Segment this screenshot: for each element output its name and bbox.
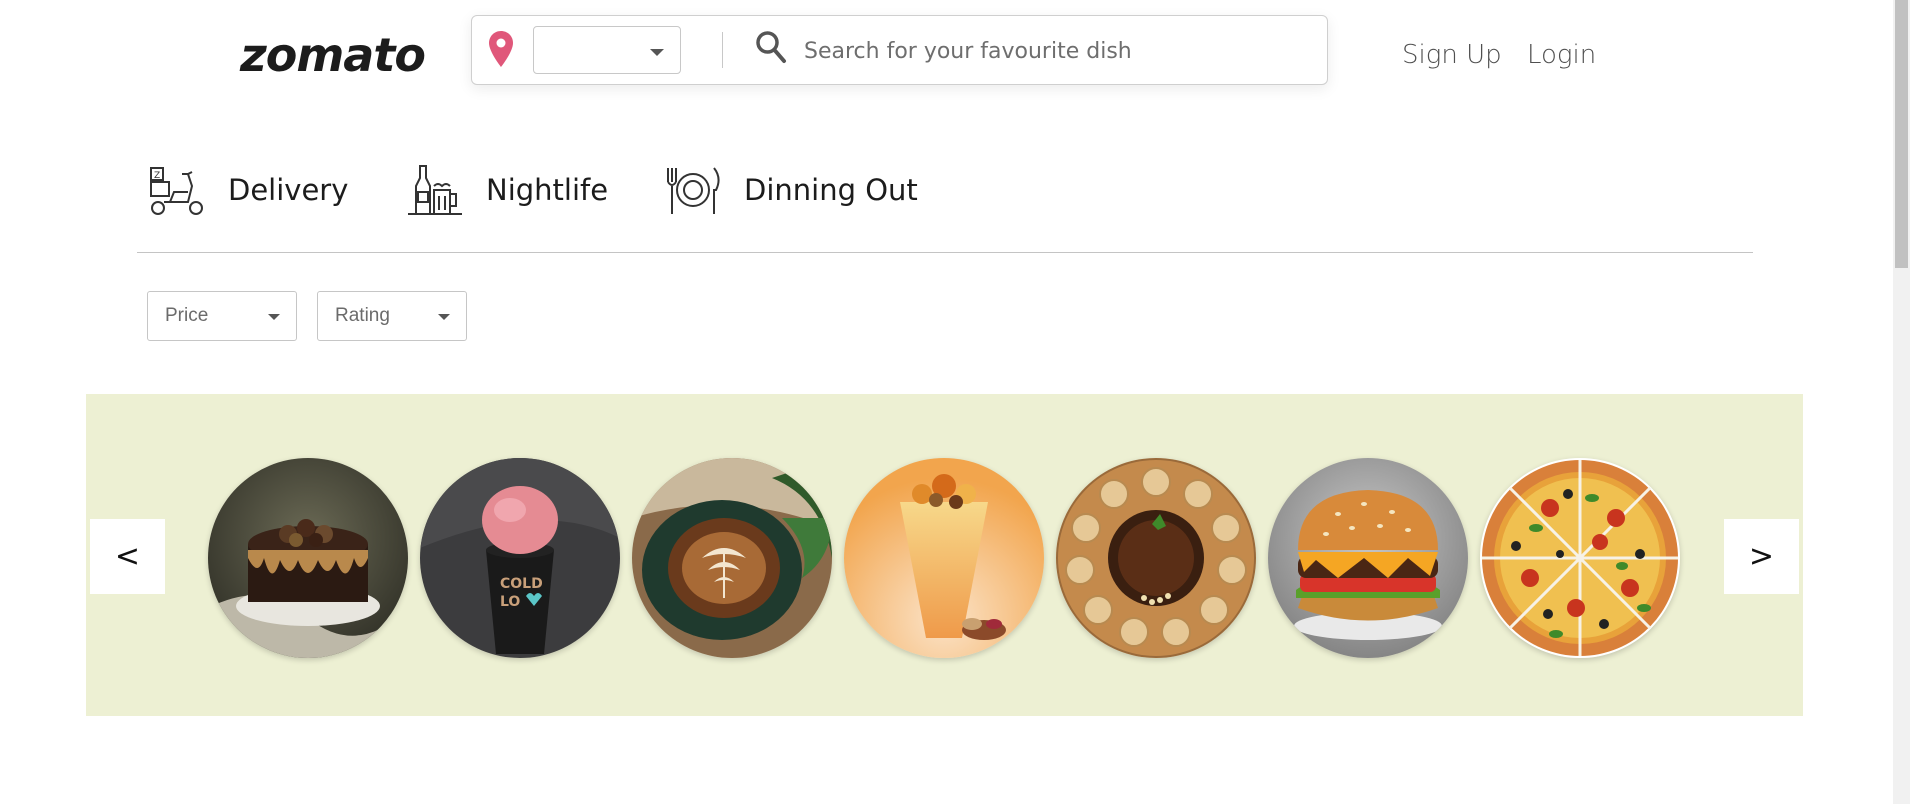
price-filter-select[interactable]: Price [147, 291, 297, 341]
svg-text:COLD: COLD [500, 576, 543, 592]
tab-dinning-out-label: Dinning Out [744, 173, 918, 207]
location-select[interactable] [533, 26, 681, 74]
zomato-logo[interactable]: zomato [240, 28, 426, 82]
tab-delivery[interactable]: Z Delivery [148, 160, 348, 220]
page-scrollbar[interactable] [1893, 0, 1910, 804]
page: zomato Sign Up Login Z [0, 0, 1910, 804]
chevron-down-icon [650, 49, 664, 56]
dish-burger[interactable] [1268, 458, 1468, 658]
bottle-glass-icon [406, 162, 464, 218]
tab-dinning-out[interactable]: Dinning Out [664, 160, 918, 220]
carousel-next-button[interactable]: > [1724, 519, 1799, 594]
dish-ice-cream[interactable]: COLD LO [420, 458, 620, 658]
rating-filter-label: Rating [335, 305, 390, 326]
dish-carousel: < COLD LO > [86, 394, 1803, 716]
location-pin-icon [488, 30, 514, 72]
tab-nightlife[interactable]: Nightlife [406, 160, 608, 220]
signup-link[interactable]: Sign Up [1402, 40, 1502, 70]
dish-pizza[interactable] [1480, 458, 1680, 658]
price-filter-label: Price [165, 305, 209, 326]
svg-text:Z: Z [154, 171, 160, 181]
plate-cutlery-icon [664, 162, 722, 218]
login-link[interactable]: Login [1527, 40, 1596, 70]
dish-chocolate-cake[interactable] [208, 458, 408, 658]
dish-search-input[interactable] [802, 30, 1306, 72]
carousel-prev-button[interactable]: < [90, 519, 165, 594]
rating-filter-select[interactable]: Rating [317, 291, 467, 341]
chevron-down-icon [438, 314, 450, 320]
search-icon [755, 30, 787, 68]
tab-delivery-label: Delivery [228, 173, 349, 207]
dish-pani-puri[interactable] [1056, 458, 1256, 658]
scooter-icon: Z [148, 162, 206, 218]
tab-nightlife-label: Nightlife [486, 173, 609, 207]
chevron-down-icon [268, 314, 280, 320]
section-divider [137, 252, 1753, 253]
scrollbar-thumb[interactable] [1895, 0, 1908, 268]
search-divider [722, 32, 723, 68]
search-bar [471, 15, 1328, 85]
dish-mango-shake[interactable] [844, 458, 1044, 658]
dish-coffee[interactable] [632, 458, 832, 658]
svg-text:LO: LO [500, 594, 520, 610]
